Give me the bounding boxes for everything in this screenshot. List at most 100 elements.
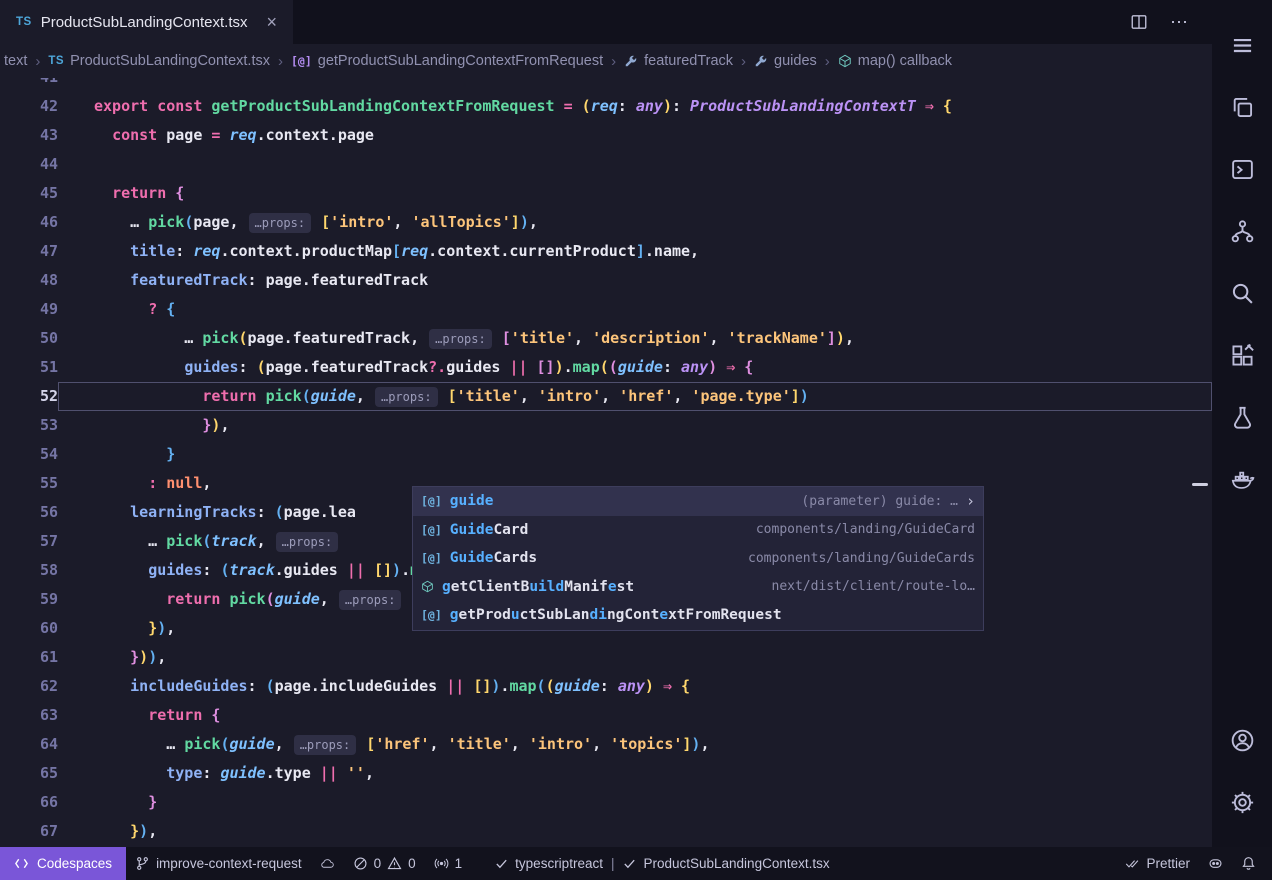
line-number: 51 (0, 353, 58, 382)
tab-close-icon[interactable]: × (267, 13, 278, 31)
symbol-parameter-icon: [@] (421, 608, 442, 622)
line-number: 42 (0, 92, 58, 121)
breadcrumb-guides[interactable]: guides (752, 53, 819, 69)
branch-name: improve-context-request (156, 856, 302, 871)
search-icon[interactable] (1212, 262, 1272, 324)
problems-status[interactable]: 0 0 (344, 847, 425, 880)
suggestion-expand-icon[interactable]: › (966, 492, 975, 510)
code-line[interactable]: 52 return pick(guide, …props: ['title', … (0, 382, 1212, 411)
code-line[interactable]: 51 guides: (page.featuredTrack?.guides |… (0, 353, 1212, 382)
suggestion-label: guide (450, 493, 494, 509)
account-icon[interactable] (1212, 709, 1272, 771)
code-line[interactable]: 42export const getProductSubLandingConte… (0, 92, 1212, 121)
sync-cloud-button[interactable] (311, 847, 344, 880)
code-line[interactable]: 47 title: req.context.productMap[req.con… (0, 237, 1212, 266)
git-branch-status[interactable]: improve-context-request (126, 847, 311, 880)
settings-gear-icon[interactable] (1212, 771, 1272, 833)
breadcrumb-folder[interactable]: text (2, 53, 29, 69)
code-line[interactable]: 67 }), (0, 817, 1212, 846)
source-control-icon[interactable] (1212, 200, 1272, 262)
code-line[interactable]: 61 })), (0, 643, 1212, 672)
breadcrumb-map-callback[interactable]: map() callback (836, 53, 954, 69)
code-line[interactable]: 65 type: guide.type || '', (0, 759, 1212, 788)
line-number: 65 (0, 759, 58, 788)
code-line[interactable]: 62 includeGuides: (page.includeGuides ||… (0, 672, 1212, 701)
line-number: 59 (0, 585, 58, 614)
copilot-icon[interactable] (1199, 847, 1232, 880)
explorer-copy-icon[interactable] (1212, 76, 1272, 138)
line-number: 56 (0, 498, 58, 527)
chevron-right-icon: › (605, 53, 622, 70)
line-number: 47 (0, 237, 58, 266)
line-content: includeGuides: (page.includeGuides || []… (58, 672, 1212, 701)
ports-count: 1 (455, 856, 463, 871)
breadcrumb-featuredtrack[interactable]: featuredTrack (622, 53, 735, 69)
suggest-widget: [@]guide(parameter) guide: …›[@]GuideCar… (412, 486, 984, 631)
suggestion-item[interactable]: [@]getProductSubLandingContextFromReques… (413, 601, 983, 630)
activity-bar (1212, 0, 1272, 847)
line-number: 66 (0, 788, 58, 817)
breadcrumb-file[interactable]: TS ProductSubLandingContext.tsx (46, 53, 272, 69)
tab-productsublandingcontext[interactable]: TS ProductSubLandingContext.tsx × (0, 0, 293, 44)
suggestion-item[interactable]: [@]guide(parameter) guide: …› (413, 487, 983, 516)
notifications-bell-icon[interactable] (1232, 847, 1272, 880)
suggestion-label: GuideCards (450, 550, 537, 566)
ports-status[interactable]: 1 (425, 847, 472, 880)
suggestion-item[interactable]: [@]GuideCardscomponents/landing/GuideCar… (413, 544, 983, 573)
inlay-hint: …props: (339, 590, 402, 610)
more-actions-icon[interactable]: ⋯ (1170, 12, 1190, 33)
tab-title: ProductSubLandingContext.tsx (41, 14, 248, 31)
prettier-label: Prettier (1146, 856, 1190, 871)
line-number: 46 (0, 208, 58, 237)
line-number: 50 (0, 324, 58, 353)
remote-codespaces-button[interactable]: Codespaces (0, 847, 126, 880)
menu-icon[interactable] (1212, 14, 1272, 76)
symbol-module-icon (421, 580, 434, 593)
line-number: 41 (0, 78, 58, 92)
line-content: return { (58, 701, 1212, 730)
line-content: … pick(page, …props: ['intro', 'allTopic… (58, 208, 1212, 237)
suggestion-item[interactable]: getClientBuildManifestnext/dist/client/r… (413, 573, 983, 602)
inlay-hint: …props: (294, 735, 357, 755)
code-line[interactable]: 46 … pick(page, …props: ['intro', 'allTo… (0, 208, 1212, 237)
line-content: } (58, 788, 1212, 817)
scrollbar-handle[interactable] (1192, 483, 1208, 486)
chevron-right-icon: › (29, 53, 46, 70)
terminal-icon[interactable] (1212, 138, 1272, 200)
code-line[interactable]: 63 return { (0, 701, 1212, 730)
breadcrumb-function[interactable]: [@] getProductSubLandingContextFromReque… (289, 53, 605, 69)
line-number: 43 (0, 121, 58, 150)
docker-icon[interactable] (1212, 448, 1272, 510)
chevron-right-icon: › (735, 53, 752, 70)
suggestion-label: GuideCard (450, 522, 529, 538)
line-number: 52 (0, 382, 58, 411)
suggestion-item[interactable]: [@]GuideCardcomponents/landing/GuideCard (413, 516, 983, 545)
code-line[interactable]: 66 } (0, 788, 1212, 817)
code-line[interactable]: 64 … pick(guide, …props: ['href', 'title… (0, 730, 1212, 759)
language-mode-status[interactable]: typescriptreact | ProductSubLandingConte… (485, 847, 838, 880)
line-content: export const getProductSubLandingContext… (58, 92, 1212, 121)
line-number: 67 (0, 817, 58, 846)
inlay-hint: …props: (249, 213, 312, 233)
code-editor[interactable]: 4142export const getProductSubLandingCon… (0, 78, 1212, 847)
symbol-parameter-icon: [@] (421, 523, 442, 537)
code-line[interactable]: 50 … pick(page.featuredTrack, …props: ['… (0, 324, 1212, 353)
split-editor-icon[interactable] (1130, 13, 1148, 31)
code-line[interactable]: 48 featuredTrack: page.featuredTrack (0, 266, 1212, 295)
extensions-icon[interactable] (1212, 324, 1272, 386)
test-beaker-icon[interactable] (1212, 386, 1272, 448)
line-content: return pick(guide, …props: ['title', 'in… (58, 382, 1212, 411)
code-line[interactable]: 44 (0, 150, 1212, 179)
code-line[interactable]: 53 }), (0, 411, 1212, 440)
status-bar: Codespaces improve-context-request 0 0 1… (0, 847, 1272, 880)
line-number: 62 (0, 672, 58, 701)
line-number: 63 (0, 701, 58, 730)
line-content: type: guide.type || '', (58, 759, 1212, 788)
code-line[interactable]: 43 const page = req.context.page (0, 121, 1212, 150)
code-line[interactable]: 54 } (0, 440, 1212, 469)
code-line[interactable]: 49 ? { (0, 295, 1212, 324)
code-line[interactable]: 41 (0, 78, 1212, 92)
line-number: 55 (0, 469, 58, 498)
prettier-status[interactable]: Prettier (1116, 847, 1199, 880)
code-line[interactable]: 45 return { (0, 179, 1212, 208)
